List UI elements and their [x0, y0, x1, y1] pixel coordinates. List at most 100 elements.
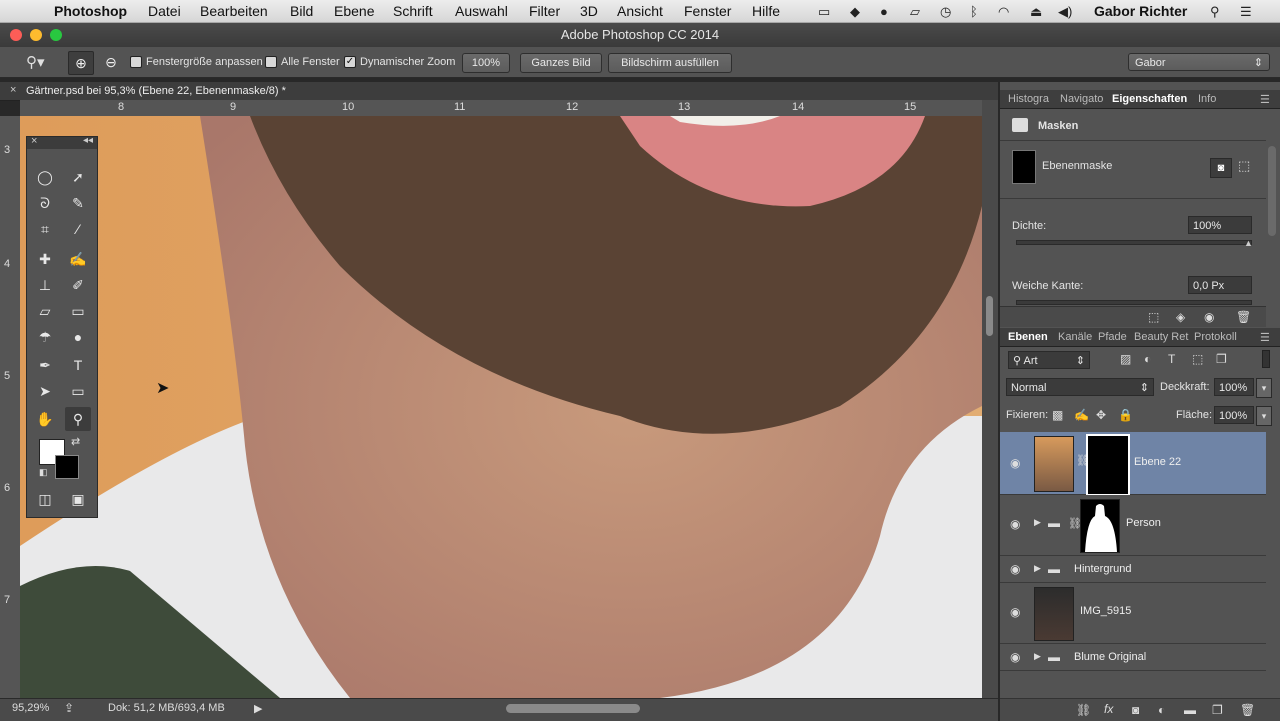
density-slider[interactable]	[1016, 240, 1252, 245]
adjustment-layer-icon[interactable]: ◐	[1158, 703, 1165, 717]
layer-name[interactable]: Hintergrund	[1074, 563, 1131, 575]
layer-row[interactable]: ◉ IMG_5915	[1000, 583, 1266, 644]
zoom-level[interactable]: 95,29%	[12, 702, 49, 714]
swap-colors-icon[interactable]: ⇄	[71, 435, 80, 448]
expand-arrow-icon[interactable]: ▶	[1034, 517, 1041, 528]
filter-shape-icon[interactable]: ⬚	[1192, 352, 1203, 366]
vertical-scroll-thumb[interactable]	[986, 296, 993, 336]
zoom-out-icon[interactable]: ⊖	[100, 51, 122, 73]
menu-schrift[interactable]: Schrift	[393, 3, 433, 19]
opacity-input[interactable]: 100%	[1214, 378, 1254, 396]
eject-icon[interactable]: ⏏	[1030, 4, 1042, 20]
layer-name[interactable]: Blume Original	[1074, 651, 1146, 663]
zoom-tool-preset-icon[interactable]: ⚲▾	[26, 53, 45, 71]
pen-tool-icon[interactable]: ✒	[32, 353, 58, 377]
fit-screen-button[interactable]: Ganzes Bild	[520, 53, 602, 73]
dodge-tool-icon[interactable]: ●	[65, 325, 91, 349]
filter-type-icon[interactable]: T	[1168, 352, 1175, 366]
density-slider-handle[interactable]: ▲	[1244, 238, 1253, 248]
share-icon[interactable]: ⇪	[64, 701, 74, 715]
delete-mask-icon[interactable]: 🗑	[1236, 310, 1251, 324]
link-layers-icon[interactable]: ⛓	[1076, 703, 1091, 717]
healing-brush-tool-icon[interactable]: ✚	[32, 247, 58, 271]
menu-ebene[interactable]: Ebene	[334, 3, 374, 19]
eraser-tool-icon[interactable]: ▱	[32, 299, 58, 323]
menu-app-name[interactable]: Photoshop	[54, 3, 127, 19]
lock-transparent-icon[interactable]: ▩	[1052, 408, 1063, 422]
vertical-ruler[interactable]: 3 4 5 6 7	[0, 116, 21, 698]
tab-histogram[interactable]: Histogra	[1008, 93, 1049, 105]
zoom-100-button[interactable]: 100%	[462, 53, 510, 73]
layer-name[interactable]: IMG_5915	[1080, 605, 1131, 617]
eyedropper-tool-icon[interactable]: ⁄	[65, 217, 91, 241]
density-input[interactable]: 100%	[1188, 216, 1252, 234]
fit-window-checkbox[interactable]	[130, 56, 142, 68]
lock-image-icon[interactable]: ✍	[1074, 408, 1089, 422]
fill-input[interactable]: 100%	[1214, 406, 1254, 424]
expand-arrow-icon[interactable]: ▶	[1034, 563, 1041, 574]
notification-center-icon[interactable]: ☰	[1240, 4, 1252, 20]
tab-navigator[interactable]: Navigato	[1060, 93, 1103, 105]
panel-menu-icon[interactable]: ☰	[1260, 331, 1270, 344]
clone-stamp-tool-icon[interactable]: ⊥	[32, 273, 58, 297]
layer-name[interactable]: Person	[1126, 517, 1161, 529]
layer-mask-thumbnail[interactable]	[1080, 499, 1120, 553]
all-windows-checkbox[interactable]	[265, 56, 277, 68]
menu-datei[interactable]: Datei	[148, 3, 181, 19]
document-tab[interactable]: × Gärtner.psd bei 95,3% (Ebene 22, Ebene…	[0, 82, 998, 101]
vertical-scrollbar[interactable]	[982, 100, 998, 698]
layer-row[interactable]: ◉ ▶ ▬ ⛓ Person	[1000, 495, 1266, 556]
lasso-tool-icon[interactable]: ᘐ	[32, 191, 58, 215]
layer-name[interactable]: Ebene 22	[1134, 456, 1181, 468]
screen-mode-icon[interactable]: ▣	[65, 487, 91, 511]
feather-slider[interactable]	[1016, 300, 1252, 305]
new-group-icon[interactable]: ▬	[1184, 703, 1196, 717]
add-mask-icon[interactable]: ◙	[1132, 703, 1139, 717]
filter-adjustment-icon[interactable]: ◐	[1144, 352, 1151, 366]
eye-visibility-icon[interactable]: ◉	[1010, 562, 1020, 576]
delete-layer-icon[interactable]: 🗑	[1240, 703, 1255, 717]
crop-tool-icon[interactable]: ⌗	[32, 217, 58, 241]
horizontal-ruler[interactable]: 8 9 10 11 12 13 14 15	[20, 100, 982, 117]
tab-paths[interactable]: Pfade	[1098, 331, 1127, 343]
scrubby-zoom-checkbox[interactable]: ✓	[344, 56, 356, 68]
minimize-window-button[interactable]	[30, 29, 42, 41]
panel-menu-icon[interactable]: ☰	[1260, 93, 1270, 106]
smudge-tool-icon[interactable]: ☂	[32, 325, 58, 349]
eye-visibility-icon[interactable]: ◉	[1010, 650, 1020, 664]
menu-bild[interactable]: Bild	[290, 3, 313, 19]
path-selection-tool-icon[interactable]: ➤	[32, 379, 58, 403]
history-brush-tool-icon[interactable]: ✐	[65, 273, 91, 297]
opacity-dropdown-icon[interactable]: ▾	[1256, 378, 1272, 398]
tab-beauty-retouch[interactable]: Beauty Ret	[1134, 331, 1188, 343]
close-panel-icon[interactable]: ×	[31, 135, 37, 147]
layer-style-icon[interactable]: fx	[1104, 702, 1113, 716]
tab-channels[interactable]: Kanäle	[1058, 331, 1092, 343]
pixel-mask-button[interactable]: ◙	[1210, 158, 1232, 178]
lock-position-icon[interactable]: ✥	[1096, 408, 1106, 422]
expand-arrow-icon[interactable]: ▶	[1034, 651, 1041, 662]
tools-panel-header[interactable]: × ◂◂	[27, 135, 97, 149]
horizontal-scroll-thumb[interactable]	[506, 704, 640, 713]
wifi-icon[interactable]: ◠	[998, 4, 1009, 20]
background-color-swatch[interactable]	[55, 455, 79, 479]
menu-bearbeiten[interactable]: Bearbeiten	[200, 3, 268, 19]
vector-mask-button[interactable]: ⬚	[1238, 158, 1250, 174]
layer-row[interactable]: ◉ ⛓ Ebene 22	[1000, 432, 1266, 496]
move-tool-icon[interactable]: ➚	[65, 165, 91, 189]
airplay-icon[interactable]: ▱	[910, 4, 920, 20]
load-selection-icon[interactable]: ⬚	[1148, 310, 1159, 324]
new-layer-icon[interactable]: ❐	[1212, 703, 1223, 717]
menu-fenster[interactable]: Fenster	[684, 3, 731, 19]
status-menu-arrow-icon[interactable]: ▶	[254, 702, 262, 715]
gradient-tool-icon[interactable]: ▭	[65, 299, 91, 323]
menu-ansicht[interactable]: Ansicht	[617, 3, 663, 19]
workspace-select[interactable]: Gabor ⇕	[1128, 53, 1270, 71]
layer-row[interactable]: ◉ ▶ ▬ Blume Original	[1000, 644, 1266, 671]
feather-input[interactable]: 0,0 Px	[1188, 276, 1252, 294]
tab-properties[interactable]: Eigenschaften	[1112, 93, 1187, 105]
elliptical-marquee-tool-icon[interactable]: ◯	[32, 165, 58, 189]
dropbox-icon[interactable]: ◆	[850, 4, 860, 20]
menu-3d[interactable]: 3D	[580, 3, 598, 19]
zoom-tool-icon[interactable]: ⚲	[65, 407, 91, 431]
